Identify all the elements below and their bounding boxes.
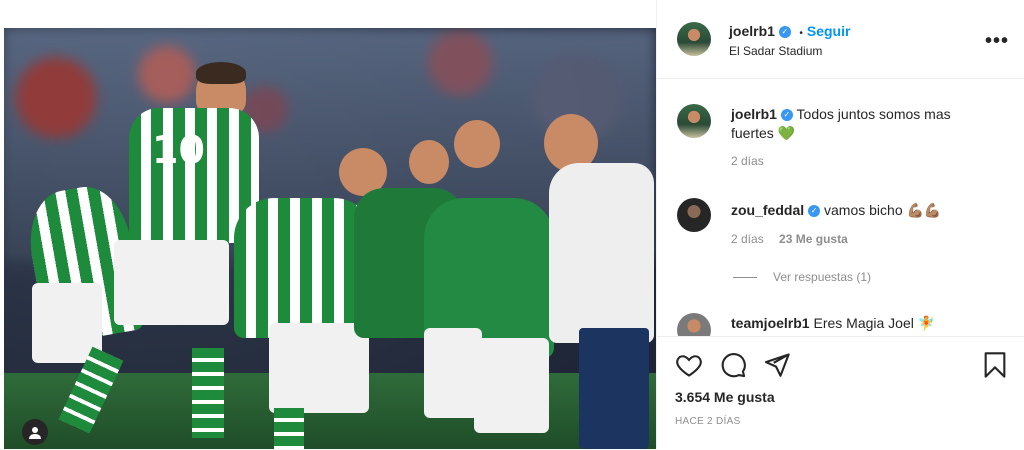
comment-username[interactable]: zou_feddal — [731, 202, 804, 218]
comment-avatar[interactable] — [677, 198, 711, 232]
comment-likes[interactable]: 23 Me gusta — [779, 232, 848, 246]
staff-shirt — [549, 163, 654, 343]
comment-time[interactable]: 2 días — [731, 232, 764, 246]
comment-username[interactable]: teamjoelrb1 — [731, 315, 810, 331]
replies-line — [733, 277, 757, 279]
player-center — [234, 198, 374, 338]
caption-avatar[interactable] — [677, 104, 711, 138]
author-avatar[interactable] — [677, 22, 711, 56]
player-shorts-2 — [424, 328, 482, 418]
staff-trousers — [579, 328, 649, 449]
action-bar: 3.654 Me gusta HACE 2 DÍAS — [657, 336, 1024, 450]
follow-button[interactable]: Seguir — [807, 23, 851, 39]
comment-text: vamos bicho 💪🏽💪🏽 — [824, 202, 942, 218]
bookmark-icon[interactable] — [981, 351, 1009, 379]
player-head-3 — [454, 120, 500, 168]
view-replies-label: Ver respuestas (1) — [773, 270, 872, 284]
post-photo[interactable]: 10 — [4, 28, 656, 449]
player-10-hair — [196, 62, 246, 84]
player-10-shorts — [114, 240, 229, 325]
author-username[interactable]: joelrb1 — [729, 23, 775, 39]
view-replies[interactable]: Ver respuestas (1) — [733, 270, 871, 284]
player-head-2 — [409, 140, 449, 184]
verified-badge-icon: ✓ — [808, 205, 821, 218]
author-line: joelrb1 ✓ • Seguir — [729, 23, 850, 41]
caption-username[interactable]: joelrb1 — [731, 106, 777, 122]
paper-plane-icon[interactable] — [763, 351, 791, 379]
comment-text-row: teamjoelrb1 Eres Magia Joel 🧚 — [731, 314, 1001, 333]
comment-icon[interactable] — [719, 351, 747, 379]
player-center-shorts — [269, 323, 369, 413]
instagram-post: 10 joelrb1 ✓ • Seguir El Sadar Stadium •… — [0, 0, 1024, 450]
comment-text-row: zou_feddal ✓ vamos bicho 💪🏽💪🏽 — [731, 201, 1001, 220]
jersey-number: 10 — [152, 128, 205, 172]
caption: joelrb1 ✓ Todos juntos somos mas fuertes … — [731, 105, 991, 168]
caption-text-row: joelrb1 ✓ Todos juntos somos mas fuertes … — [731, 105, 991, 143]
post-date[interactable]: HACE 2 DÍAS — [675, 416, 741, 427]
player-10-sock-right — [192, 348, 224, 438]
photo-top-margin — [0, 0, 656, 28]
player-green-shorts — [474, 338, 549, 433]
caption-time[interactable]: 2 días — [731, 154, 991, 168]
heart-icon[interactable] — [675, 351, 703, 379]
verified-badge-icon: ✓ — [780, 109, 793, 122]
comment-meta: 2 días 23 Me gusta — [731, 232, 1001, 246]
location-link[interactable]: El Sadar Stadium — [729, 44, 822, 58]
comment-item: teamjoelrb1 Eres Magia Joel 🧚 — [731, 314, 1001, 333]
more-options-icon[interactable]: ••• — [985, 30, 1009, 53]
player-center-socks — [274, 408, 304, 449]
comment-item: zou_feddal ✓ vamos bicho 💪🏽💪🏽 2 días 23 M… — [731, 201, 1001, 246]
likes-count[interactable]: 3.654 Me gusta — [675, 389, 775, 405]
tagged-people-icon[interactable] — [22, 419, 48, 445]
separator-dot: • — [799, 28, 803, 39]
comment-text: Eres Magia Joel 🧚 — [813, 315, 936, 331]
verified-badge-icon: ✓ — [778, 25, 791, 38]
post-sidebar: joelrb1 ✓ • Seguir El Sadar Stadium ••• jo… — [656, 0, 1024, 450]
post-header: joelrb1 ✓ • Seguir El Sadar Stadium ••• — [657, 0, 1024, 79]
